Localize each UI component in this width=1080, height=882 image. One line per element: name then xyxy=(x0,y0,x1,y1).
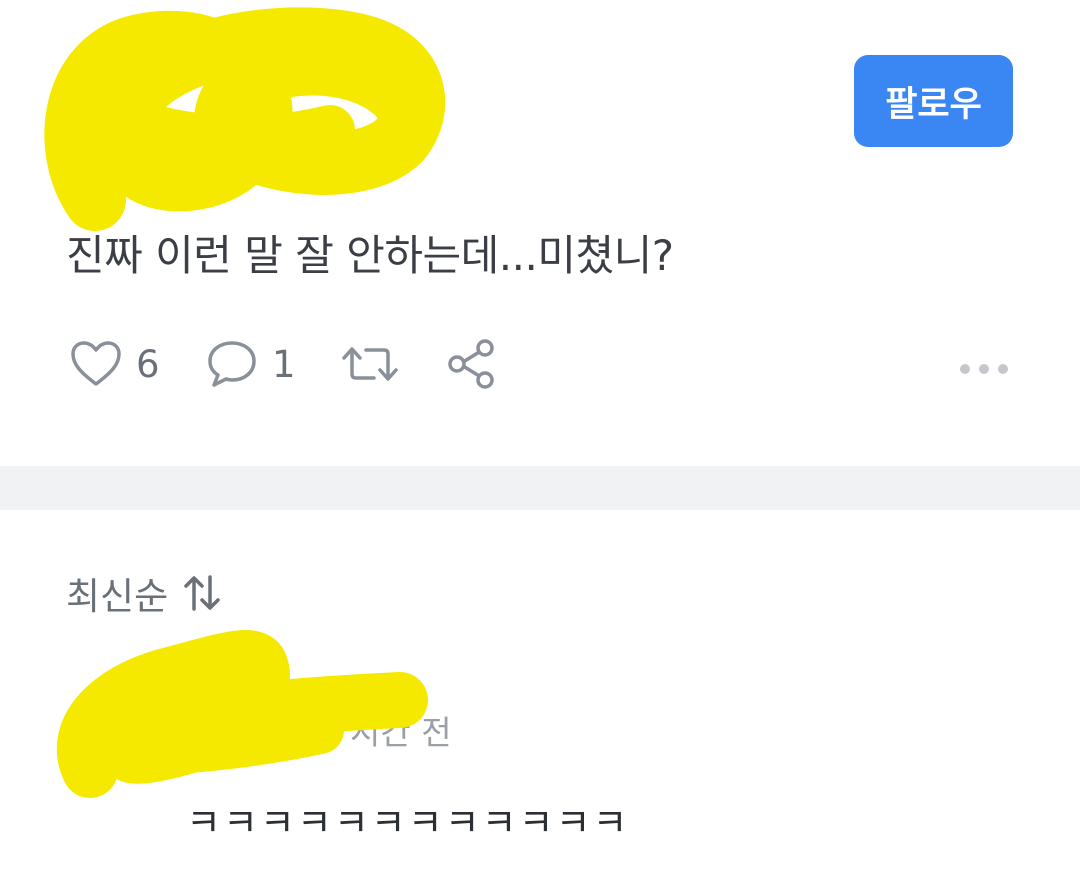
comment-timestamp: 시간 전 xyxy=(350,713,452,752)
more-button[interactable] xyxy=(960,350,1008,388)
sort-arrows-icon xyxy=(168,573,222,613)
comment-text: ㅋㅋㅋㅋㅋㅋㅋㅋㅋㅋㅋㅋ xyxy=(186,801,630,845)
share-button[interactable] xyxy=(446,336,496,392)
section-divider xyxy=(0,466,1080,510)
like-count: 6 xyxy=(136,342,160,386)
speech-bubble-icon xyxy=(206,339,258,389)
repost-button[interactable] xyxy=(340,336,400,392)
heart-icon xyxy=(70,340,122,388)
sort-toggle[interactable]: 최신순 xyxy=(66,566,222,620)
follow-button[interactable]: 팔로우 xyxy=(854,55,1013,147)
repost-icon xyxy=(340,340,400,388)
share-icon xyxy=(446,338,496,390)
sort-label: 최신순 xyxy=(66,575,169,618)
post-text: 진짜 이런 말 잘 안하는데...미쳤니? xyxy=(66,231,674,280)
comment-count: 1 xyxy=(272,342,296,386)
comment-button[interactable]: 1 xyxy=(206,336,296,392)
like-button[interactable]: 6 xyxy=(70,336,160,392)
more-dots-icon xyxy=(960,364,970,374)
post-author-area[interactable] xyxy=(55,18,445,218)
